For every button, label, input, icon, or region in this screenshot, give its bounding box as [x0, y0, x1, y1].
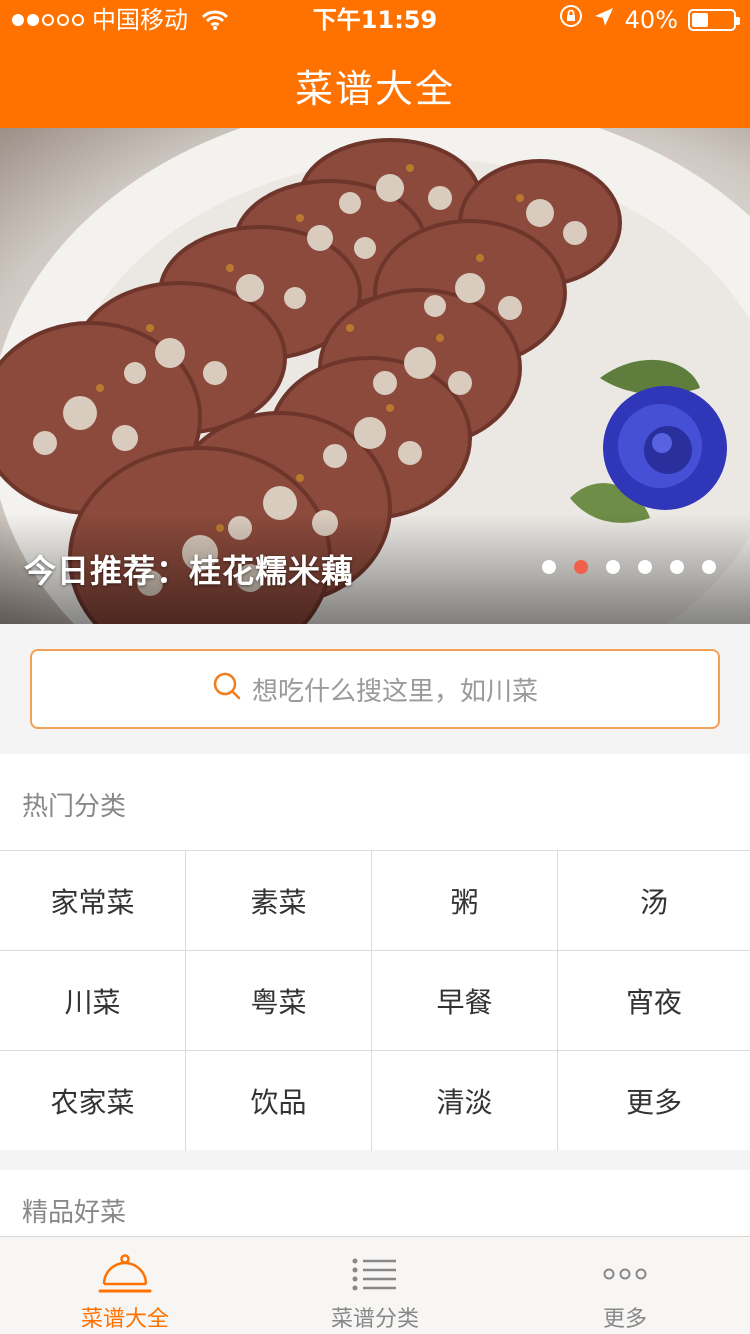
search-placeholder: 想吃什么搜这里，如川菜	[251, 676, 538, 707]
category-more-button[interactable]: 更多	[558, 1051, 750, 1151]
featured-banner[interactable]: 今日推荐：桂花糯米藕	[0, 128, 750, 624]
search-icon	[212, 671, 242, 708]
battery-icon	[688, 9, 740, 31]
category-item[interactable]: 早餐	[372, 951, 558, 1051]
tab-label: 菜谱大全	[80, 1307, 169, 1332]
category-item[interactable]: 粥	[372, 851, 558, 951]
hot-categories-section: 热门分类 家常菜 素菜 粥 汤 川菜 粤菜 早餐 宵夜 农家菜 饮品 清淡 更多	[0, 754, 750, 1151]
category-item[interactable]: 川菜	[0, 951, 186, 1051]
location-arrow-icon	[593, 0, 615, 40]
category-item[interactable]: 粤菜	[186, 951, 372, 1051]
category-item[interactable]: 汤	[558, 851, 750, 951]
tab-label: 菜谱分类	[330, 1307, 419, 1332]
header-bar: 中国移动 下午11:59 40% 菜谱大全	[0, 0, 750, 128]
pager-dot[interactable]	[638, 560, 652, 574]
pager-dot[interactable]	[542, 560, 556, 574]
category-item[interactable]: 清淡	[372, 1051, 558, 1151]
banner-pager[interactable]	[542, 560, 716, 574]
battery-percent: 40%	[624, 6, 678, 34]
search-section: 想吃什么搜这里，如川菜	[0, 624, 750, 754]
pager-dot[interactable]	[606, 560, 620, 574]
tab-categories[interactable]: 菜谱分类	[250, 1237, 500, 1334]
featured-section: 精品好菜	[0, 1170, 750, 1240]
tab-more[interactable]: 更多	[500, 1237, 750, 1334]
banner-caption: 今日推荐：桂花糯米藕	[24, 552, 355, 590]
search-input[interactable]: 想吃什么搜这里，如川菜	[30, 649, 720, 729]
pager-dot[interactable]	[574, 560, 588, 574]
featured-title: 精品好菜	[22, 1198, 127, 1228]
cloche-icon	[98, 1251, 152, 1297]
category-grid: 家常菜 素菜 粥 汤 川菜 粤菜 早餐 宵夜 农家菜 饮品 清淡 更多	[0, 850, 750, 1151]
category-item[interactable]: 家常菜	[0, 851, 186, 951]
tab-bar: 菜谱大全 菜谱分类 更多	[0, 1236, 750, 1334]
list-icon	[352, 1251, 398, 1297]
tab-recipes[interactable]: 菜谱大全	[0, 1237, 250, 1334]
status-bar: 中国移动 下午11:59 40%	[0, 0, 750, 40]
tab-label: 更多	[602, 1307, 647, 1332]
category-item[interactable]: 宵夜	[558, 951, 750, 1051]
category-item[interactable]: 素菜	[186, 851, 372, 951]
pager-dot[interactable]	[702, 560, 716, 574]
category-item[interactable]: 农家菜	[0, 1051, 186, 1151]
category-item[interactable]: 饮品	[186, 1051, 372, 1151]
pager-dot[interactable]	[670, 560, 684, 574]
rotation-lock-icon	[559, 0, 583, 40]
hot-categories-title: 热门分类	[22, 792, 127, 822]
page-title: 菜谱大全	[294, 67, 455, 111]
more-dots-icon	[603, 1251, 647, 1297]
